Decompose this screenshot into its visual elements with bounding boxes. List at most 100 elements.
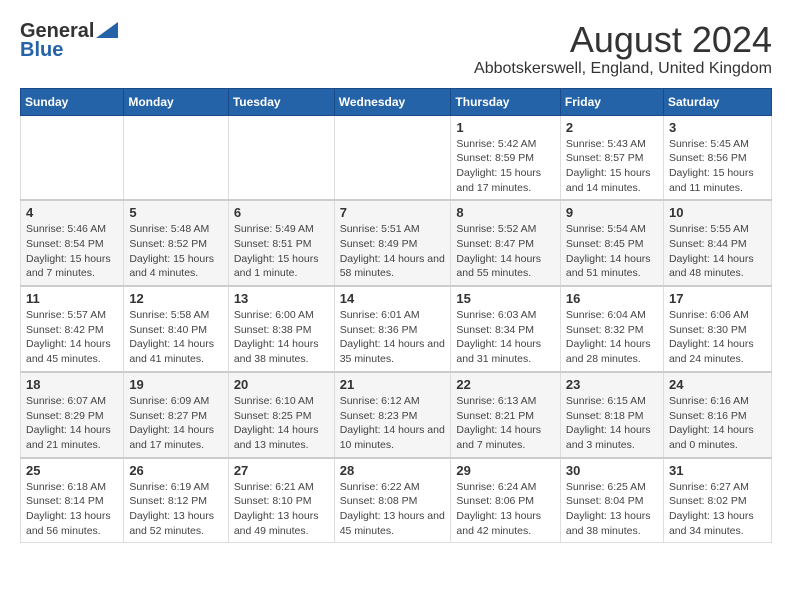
day-info: Sunrise: 5:57 AM Sunset: 8:42 PM Dayligh… (26, 308, 118, 367)
weekday-header-row: SundayMondayTuesdayWednesdayThursdayFrid… (21, 88, 772, 115)
day-number: 31 (669, 463, 766, 478)
week-row-5: 25Sunrise: 6:18 AM Sunset: 8:14 PM Dayli… (21, 458, 772, 543)
calendar-cell: 11 Sunrise: 5:57 AM Sunset: 8:42 PM Dayli… (21, 286, 124, 372)
calendar-cell: 31 Sunrise: 6:27 AM Sunset: 8:02 PM Dayli… (663, 458, 771, 543)
day-info: Sunrise: 6:04 AM Sunset: 8:32 PM Dayligh… (566, 308, 658, 367)
day-info: Sunrise: 6:13 AM Sunset: 8:21 PM Dayligh… (456, 394, 555, 453)
calendar-cell: 27 Sunrise: 6:21 AM Sunset: 8:10 PM Dayli… (228, 458, 334, 543)
calendar-cell: 1Sunrise: 5:42 AM Sunset: 8:59 PM Daylig… (451, 115, 561, 200)
weekday-header-monday: Monday (124, 88, 228, 115)
day-info: Sunrise: 6:15 AM Sunset: 8:18 PM Dayligh… (566, 394, 658, 453)
calendar-cell: 5 Sunrise: 5:48 AM Sunset: 8:52 PM Daylig… (124, 200, 228, 286)
calendar-cell: 14 Sunrise: 6:01 AM Sunset: 8:36 PM Dayli… (334, 286, 451, 372)
day-number: 12 (129, 291, 222, 306)
calendar-cell: 3 Sunrise: 5:45 AM Sunset: 8:56 PM Daylig… (663, 115, 771, 200)
calendar-cell: 24 Sunrise: 6:16 AM Sunset: 8:16 PM Dayli… (663, 372, 771, 458)
day-info: Sunrise: 6:09 AM Sunset: 8:27 PM Dayligh… (129, 394, 222, 453)
day-number: 9 (566, 205, 658, 220)
title-section: August 2024 Abbotskerswell, England, Uni… (474, 20, 772, 78)
day-info: Sunrise: 6:21 AM Sunset: 8:10 PM Dayligh… (234, 480, 329, 539)
calendar-cell (124, 115, 228, 200)
day-number: 13 (234, 291, 329, 306)
weekday-header-friday: Friday (560, 88, 663, 115)
day-number: 21 (340, 377, 446, 392)
day-info: Sunrise: 6:16 AM Sunset: 8:16 PM Dayligh… (669, 394, 766, 453)
day-info: Sunrise: 6:01 AM Sunset: 8:36 PM Dayligh… (340, 308, 446, 367)
calendar-cell: 17Sunrise: 6:06 AM Sunset: 8:30 PM Dayli… (663, 286, 771, 372)
calendar-cell: 20 Sunrise: 6:10 AM Sunset: 8:25 PM Dayli… (228, 372, 334, 458)
calendar-table: SundayMondayTuesdayWednesdayThursdayFrid… (20, 88, 772, 544)
calendar-cell: 7Sunrise: 5:51 AM Sunset: 8:49 PM Daylig… (334, 200, 451, 286)
calendar-cell: 25Sunrise: 6:18 AM Sunset: 8:14 PM Dayli… (21, 458, 124, 543)
day-info: Sunrise: 5:43 AM Sunset: 8:57 PM Dayligh… (566, 137, 658, 196)
day-info: Sunrise: 5:45 AM Sunset: 8:56 PM Dayligh… (669, 137, 766, 196)
day-info: Sunrise: 6:19 AM Sunset: 8:12 PM Dayligh… (129, 480, 222, 539)
weekday-header-thursday: Thursday (451, 88, 561, 115)
day-info: Sunrise: 6:06 AM Sunset: 8:30 PM Dayligh… (669, 308, 766, 367)
day-info: Sunrise: 6:18 AM Sunset: 8:14 PM Dayligh… (26, 480, 118, 539)
logo: General Blue (20, 20, 118, 62)
calendar-cell: 30 Sunrise: 6:25 AM Sunset: 8:04 PM Dayli… (560, 458, 663, 543)
calendar-cell: 23Sunrise: 6:15 AM Sunset: 8:18 PM Dayli… (560, 372, 663, 458)
day-number: 20 (234, 377, 329, 392)
day-info: Sunrise: 6:10 AM Sunset: 8:25 PM Dayligh… (234, 394, 329, 453)
day-number: 6 (234, 205, 329, 220)
day-number: 11 (26, 291, 118, 306)
day-number: 4 (26, 205, 118, 220)
calendar-cell: 12Sunrise: 5:58 AM Sunset: 8:40 PM Dayli… (124, 286, 228, 372)
calendar-cell: 8Sunrise: 5:52 AM Sunset: 8:47 PM Daylig… (451, 200, 561, 286)
calendar-cell: 26 Sunrise: 6:19 AM Sunset: 8:12 PM Dayli… (124, 458, 228, 543)
page-header: General Blue August 2024 Abbotskerswell,… (20, 20, 772, 78)
calendar-cell: 21Sunrise: 6:12 AM Sunset: 8:23 PM Dayli… (334, 372, 451, 458)
calendar-cell: 2 Sunrise: 5:43 AM Sunset: 8:57 PM Daylig… (560, 115, 663, 200)
weekday-header-saturday: Saturday (663, 88, 771, 115)
day-number: 29 (456, 463, 555, 478)
weekday-header-wednesday: Wednesday (334, 88, 451, 115)
day-number: 30 (566, 463, 658, 478)
calendar-cell: 22 Sunrise: 6:13 AM Sunset: 8:21 PM Dayli… (451, 372, 561, 458)
day-info: Sunrise: 5:48 AM Sunset: 8:52 PM Dayligh… (129, 222, 222, 281)
day-number: 22 (456, 377, 555, 392)
day-number: 27 (234, 463, 329, 478)
day-number: 3 (669, 120, 766, 135)
calendar-cell: 28Sunrise: 6:22 AM Sunset: 8:08 PM Dayli… (334, 458, 451, 543)
calendar-cell: 10Sunrise: 5:55 AM Sunset: 8:44 PM Dayli… (663, 200, 771, 286)
logo-blue: Blue (20, 39, 63, 62)
day-number: 18 (26, 377, 118, 392)
day-number: 19 (129, 377, 222, 392)
calendar-cell: 4 Sunrise: 5:46 AM Sunset: 8:54 PM Daylig… (21, 200, 124, 286)
day-number: 24 (669, 377, 766, 392)
day-number: 7 (340, 205, 446, 220)
day-info: Sunrise: 6:24 AM Sunset: 8:06 PM Dayligh… (456, 480, 555, 539)
day-number: 26 (129, 463, 222, 478)
calendar-cell: 6 Sunrise: 5:49 AM Sunset: 8:51 PM Daylig… (228, 200, 334, 286)
calendar-cell: 18 Sunrise: 6:07 AM Sunset: 8:29 PM Dayli… (21, 372, 124, 458)
week-row-1: 1Sunrise: 5:42 AM Sunset: 8:59 PM Daylig… (21, 115, 772, 200)
day-number: 14 (340, 291, 446, 306)
week-row-2: 4 Sunrise: 5:46 AM Sunset: 8:54 PM Daylig… (21, 200, 772, 286)
day-info: Sunrise: 6:00 AM Sunset: 8:38 PM Dayligh… (234, 308, 329, 367)
calendar-cell (228, 115, 334, 200)
day-info: Sunrise: 6:03 AM Sunset: 8:34 PM Dayligh… (456, 308, 555, 367)
week-row-3: 11 Sunrise: 5:57 AM Sunset: 8:42 PM Dayli… (21, 286, 772, 372)
calendar-cell: 15 Sunrise: 6:03 AM Sunset: 8:34 PM Dayli… (451, 286, 561, 372)
day-info: Sunrise: 6:27 AM Sunset: 8:02 PM Dayligh… (669, 480, 766, 539)
main-title: August 2024 (474, 20, 772, 60)
calendar-cell: 16Sunrise: 6:04 AM Sunset: 8:32 PM Dayli… (560, 286, 663, 372)
day-info: Sunrise: 5:49 AM Sunset: 8:51 PM Dayligh… (234, 222, 329, 281)
day-info: Sunrise: 6:07 AM Sunset: 8:29 PM Dayligh… (26, 394, 118, 453)
calendar-cell (21, 115, 124, 200)
calendar-cell: 9Sunrise: 5:54 AM Sunset: 8:45 PM Daylig… (560, 200, 663, 286)
week-row-4: 18 Sunrise: 6:07 AM Sunset: 8:29 PM Dayli… (21, 372, 772, 458)
day-info: Sunrise: 5:42 AM Sunset: 8:59 PM Dayligh… (456, 137, 555, 196)
calendar-cell: 19 Sunrise: 6:09 AM Sunset: 8:27 PM Dayli… (124, 372, 228, 458)
day-info: Sunrise: 5:46 AM Sunset: 8:54 PM Dayligh… (26, 222, 118, 281)
day-number: 2 (566, 120, 658, 135)
day-info: Sunrise: 6:25 AM Sunset: 8:04 PM Dayligh… (566, 480, 658, 539)
day-number: 15 (456, 291, 555, 306)
calendar-cell: 29 Sunrise: 6:24 AM Sunset: 8:06 PM Dayli… (451, 458, 561, 543)
day-number: 5 (129, 205, 222, 220)
day-number: 10 (669, 205, 766, 220)
weekday-header-sunday: Sunday (21, 88, 124, 115)
day-info: Sunrise: 6:22 AM Sunset: 8:08 PM Dayligh… (340, 480, 446, 539)
